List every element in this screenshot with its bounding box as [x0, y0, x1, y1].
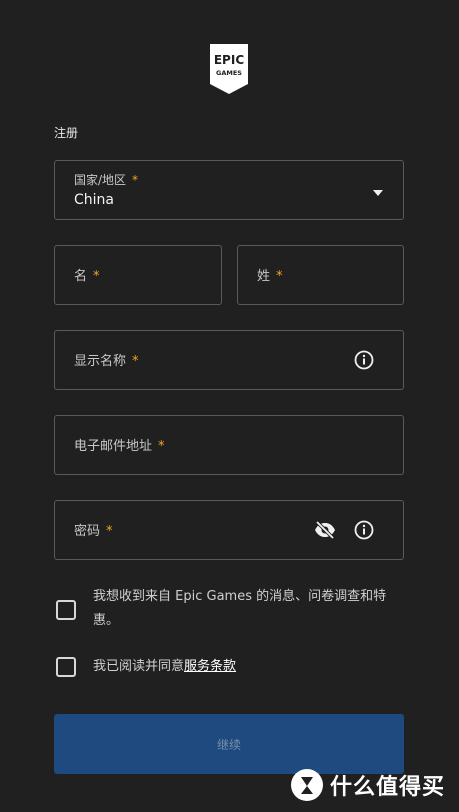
- epic-games-logo: EPIC GAMES: [208, 44, 250, 94]
- logo-line2: GAMES: [216, 69, 242, 77]
- terms-checkbox[interactable]: [56, 657, 76, 677]
- first-name-field[interactable]: 名 *: [54, 245, 222, 305]
- logo-line1: EPIC: [214, 53, 244, 67]
- smzdm-logo-icon: [291, 769, 323, 801]
- continue-button[interactable]: 继续: [54, 714, 404, 774]
- page-title: 注册: [54, 126, 79, 140]
- password-label: 密码 *: [74, 524, 113, 539]
- marketing-text: 我想收到来自 Epic Games 的消息、问卷调查和特惠。: [93, 589, 387, 628]
- password-field[interactable]: 密码 *: [54, 500, 404, 560]
- email-label: 电子邮件地址 *: [74, 439, 165, 454]
- marketing-checkbox[interactable]: [56, 600, 76, 620]
- info-icon[interactable]: [354, 350, 374, 370]
- last-name-label: 姓 *: [257, 269, 283, 284]
- chevron-down-icon: [373, 190, 383, 196]
- first-name-label: 名 *: [74, 269, 100, 284]
- last-name-field[interactable]: 姓 *: [237, 245, 404, 305]
- display-name-field[interactable]: 显示名称 *: [54, 330, 404, 390]
- terms-text: 我已阅读并同意服务条款: [93, 655, 236, 679]
- country-label: 国家/地区 *: [74, 173, 139, 187]
- watermark: 什么值得买: [290, 768, 445, 802]
- terms-prefix: 我已阅读并同意: [93, 659, 185, 674]
- country-value: China: [74, 192, 114, 208]
- display-name-label: 显示名称 *: [74, 354, 139, 369]
- info-icon[interactable]: [354, 520, 374, 540]
- eye-off-icon[interactable]: [314, 520, 336, 540]
- watermark-text: 什么值得买: [330, 775, 446, 800]
- country-select[interactable]: 国家/地区 * China: [54, 160, 404, 220]
- terms-of-service-link[interactable]: 服务条款: [184, 659, 236, 674]
- email-field[interactable]: 电子邮件地址 *: [54, 415, 404, 475]
